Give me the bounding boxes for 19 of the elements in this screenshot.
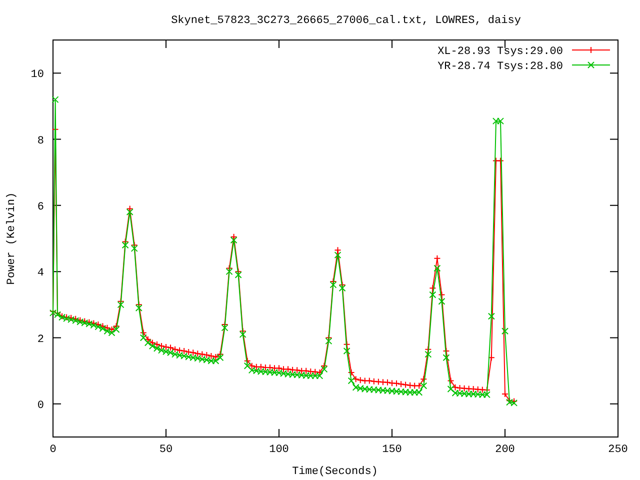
legend-line — [572, 62, 610, 68]
tick-label: 50 — [159, 444, 173, 456]
tick-label: 8 — [37, 135, 44, 148]
legend-line — [572, 46, 610, 54]
chart-title: Skynet_57823_3C273_26665_27006_cal.txt, LOWRES, daisy — [171, 15, 521, 27]
tick-label: 100 — [269, 444, 289, 456]
tick-label: 4 — [37, 268, 44, 280]
tick-label: 250 — [608, 444, 628, 456]
axis-label: Power (Kelvin) — [6, 192, 18, 285]
legend-label: YR-28.74 Tsys:28.80 — [438, 61, 563, 73]
legend-label: XL-28.93 Tsys:29.00 — [438, 46, 563, 58]
tick-label: 2 — [37, 334, 44, 346]
tick-label: 6 — [37, 201, 44, 214]
tick-label: 10 — [30, 69, 44, 82]
axis-label: Time(Seconds) — [292, 466, 378, 478]
tick-label: 0 — [50, 444, 56, 456]
tick-label: 200 — [495, 444, 515, 456]
tick-label: 0 — [37, 400, 44, 412]
tick-label: 150 — [382, 444, 402, 456]
